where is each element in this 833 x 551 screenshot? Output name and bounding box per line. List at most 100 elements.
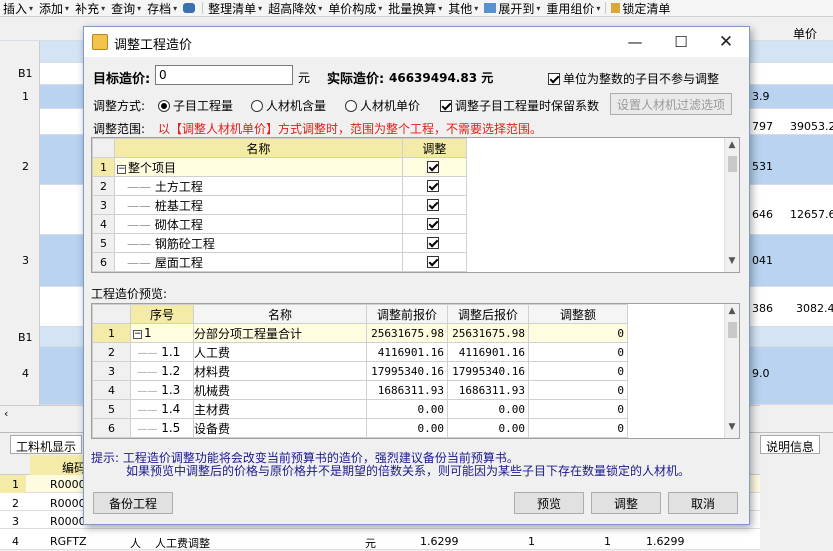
range-vertical-scrollbar[interactable]: ▲ ▼ (724, 138, 739, 272)
preview-diff: 0 (528, 361, 628, 381)
range-adjust-checkbox[interactable] (426, 237, 439, 249)
preview-row[interactable]: 5 —— 1.4 主材费 0.00 0.00 0 (92, 399, 628, 419)
lock-list-button[interactable]: 锁定清单 (608, 0, 673, 16)
preview-before: 4116901.16 (366, 342, 448, 362)
close-icon[interactable]: ✕ (711, 31, 741, 53)
range-adjust-checkbox[interactable] (426, 161, 439, 173)
unit-price-menu[interactable]: 单价构成 ▾ (325, 0, 385, 16)
adjust-button[interactable]: 调整 (591, 492, 661, 514)
tab-materials[interactable]: 工料机显示 (10, 435, 83, 454)
range-table-header: 名称 调整 (92, 138, 468, 158)
dialog-title: 调整工程造价 (114, 38, 193, 53)
range-note: 以【调整人材机单价】方式调整时，范围为整个工程，不需要选择范围。 (158, 122, 543, 136)
range-adjust-checkbox[interactable] (426, 180, 439, 192)
range-adjust-checkbox[interactable] (426, 199, 439, 211)
preview-row[interactable]: 2 —— 1.1 人工费 4116901.16 4116901.16 0 (92, 342, 628, 362)
scroll-thumb[interactable] (728, 322, 737, 338)
reuse-price-menu[interactable]: 重用组价 ▾ (543, 0, 603, 16)
preview-row[interactable]: 3 —— 1.2 材料费 17995340.16 17995340.16 0 (92, 361, 628, 381)
archive-menu[interactable]: 存档 ▾ (144, 0, 180, 16)
add-menu[interactable]: 添加 ▾ (36, 0, 72, 16)
expand-to-menu[interactable]: 展开到 ▾ (481, 0, 543, 16)
integer-skip-option[interactable]: 单位为整数的子目不参与调整 (548, 70, 719, 87)
before-column-header: 调整前报价 (366, 304, 448, 324)
method-option-quantity[interactable]: 子目工程量 (158, 97, 233, 114)
scroll-down-icon[interactable]: ▼ (725, 422, 739, 436)
query-menu[interactable]: 查询 ▾ (108, 0, 144, 16)
radio-quantity[interactable] (158, 100, 170, 112)
preview-name: 机械费 (193, 380, 367, 400)
scroll-up-icon[interactable]: ▲ (725, 140, 739, 154)
collapse-icon[interactable]: − (117, 164, 127, 174)
cell-value: 646 (752, 208, 773, 221)
keep-coefficient-checkbox[interactable] (440, 100, 452, 112)
other-menu[interactable]: 其他 ▾ (445, 0, 481, 16)
range-row[interactable]: 2 —— 土方工程 (92, 176, 468, 196)
radio-unit-price[interactable] (345, 100, 357, 112)
maximize-icon[interactable]: ☐ (666, 31, 696, 53)
keep-coefficient-option[interactable]: 调整子目工程量时保留系数 (440, 97, 599, 114)
collapse-icon[interactable]: − (133, 330, 142, 339)
height-reduction-menu[interactable]: 超高降效 ▾ (265, 0, 325, 16)
preview-seq: 1.2 (161, 364, 181, 378)
batch-convert-menu[interactable]: 批量换算 ▾ (385, 0, 445, 16)
binoculars-icon[interactable] (180, 3, 200, 13)
scroll-up-icon[interactable]: ▲ (725, 306, 739, 320)
radio-content[interactable] (251, 100, 263, 112)
actual-cost-value: 46639494.83 元 (389, 71, 494, 85)
preview-after: 0.00 (447, 418, 529, 438)
preview-diff: 0 (528, 399, 628, 419)
filter-options-button[interactable]: 设置人材机过滤选项 (610, 93, 732, 115)
cell-value: 12657.6 (790, 208, 833, 221)
range-adjust-checkbox[interactable] (426, 218, 439, 230)
method-option-content[interactable]: 人材机含量 (251, 97, 326, 114)
range-row[interactable]: 3 —— 桩基工程 (92, 195, 468, 215)
row-label: B1 (18, 331, 33, 344)
cell-value: 797 (752, 120, 773, 133)
tab-description[interactable]: 说明信息 (760, 435, 821, 454)
range-item-name: 整个项目 (128, 160, 177, 175)
range-row[interactable]: 1 − 整个项目 (92, 157, 468, 177)
preview-seq: 1.1 (161, 345, 181, 359)
preview-table: 序号 名称 调整前报价 调整后报价 调整额 1 −1 分部分项工程量合计 256… (91, 303, 740, 439)
material-value: 1.6299 (420, 535, 459, 548)
preview-vertical-scrollbar[interactable]: ▲ ▼ (724, 304, 739, 438)
material-code: R0000 (50, 497, 86, 510)
cancel-button[interactable]: 取消 (668, 492, 738, 514)
cell-value: 041 (752, 254, 773, 267)
preview-name: 分部分项工程量合计 (193, 323, 367, 343)
target-cost-input[interactable] (155, 65, 293, 85)
preview-button[interactable]: 预览 (514, 492, 584, 514)
material-code: R0000 (50, 515, 86, 528)
preview-row[interactable]: 6 —— 1.5 设备费 0.00 0.00 0 (92, 418, 628, 438)
diff-column-header: 调整额 (528, 304, 628, 324)
insert-menu[interactable]: 插入 ▾ (0, 0, 36, 16)
range-adjust-checkbox[interactable] (426, 256, 439, 268)
preview-label: 工程造价预览: (91, 287, 168, 301)
integer-skip-checkbox[interactable] (548, 73, 560, 85)
preview-seq: 1 (144, 326, 152, 340)
range-row[interactable]: 4 —— 砌体工程 (92, 214, 468, 234)
minimize-icon[interactable]: — (620, 31, 650, 53)
scroll-down-icon[interactable]: ▼ (725, 256, 739, 270)
preview-after: 17995340.16 (447, 361, 529, 381)
backup-project-button[interactable]: 备份工程 (93, 492, 173, 514)
preview-diff: 0 (528, 342, 628, 362)
preview-name: 人工费 (193, 342, 367, 362)
material-name: 人工费调整 (155, 537, 210, 550)
method-option-unit-price[interactable]: 人材机单价 (345, 97, 420, 114)
preview-after: 1686311.93 (447, 380, 529, 400)
preview-diff: 0 (528, 418, 628, 438)
scroll-thumb[interactable] (728, 156, 737, 172)
range-row[interactable]: 5 —— 钢筋砼工程 (92, 233, 468, 253)
row-label: 1 (22, 90, 29, 103)
preview-row[interactable]: 1 −1 分部分项工程量合计 25631675.98 25631675.98 0 (92, 323, 628, 343)
supplement-menu[interactable]: 补充 ▾ (72, 0, 108, 16)
cell-value: 9.0 (752, 367, 770, 380)
organize-list-menu[interactable]: 整理清单 ▾ (205, 0, 265, 16)
scroll-left-icon[interactable]: ‹ (4, 407, 8, 420)
range-row[interactable]: 6 —— 屋面工程 (92, 252, 468, 272)
range-label: 调整范围: (93, 122, 146, 136)
preview-row[interactable]: 4 —— 1.3 机械费 1686311.93 1686311.93 0 (92, 380, 628, 400)
preview-name: 材料费 (193, 361, 367, 381)
